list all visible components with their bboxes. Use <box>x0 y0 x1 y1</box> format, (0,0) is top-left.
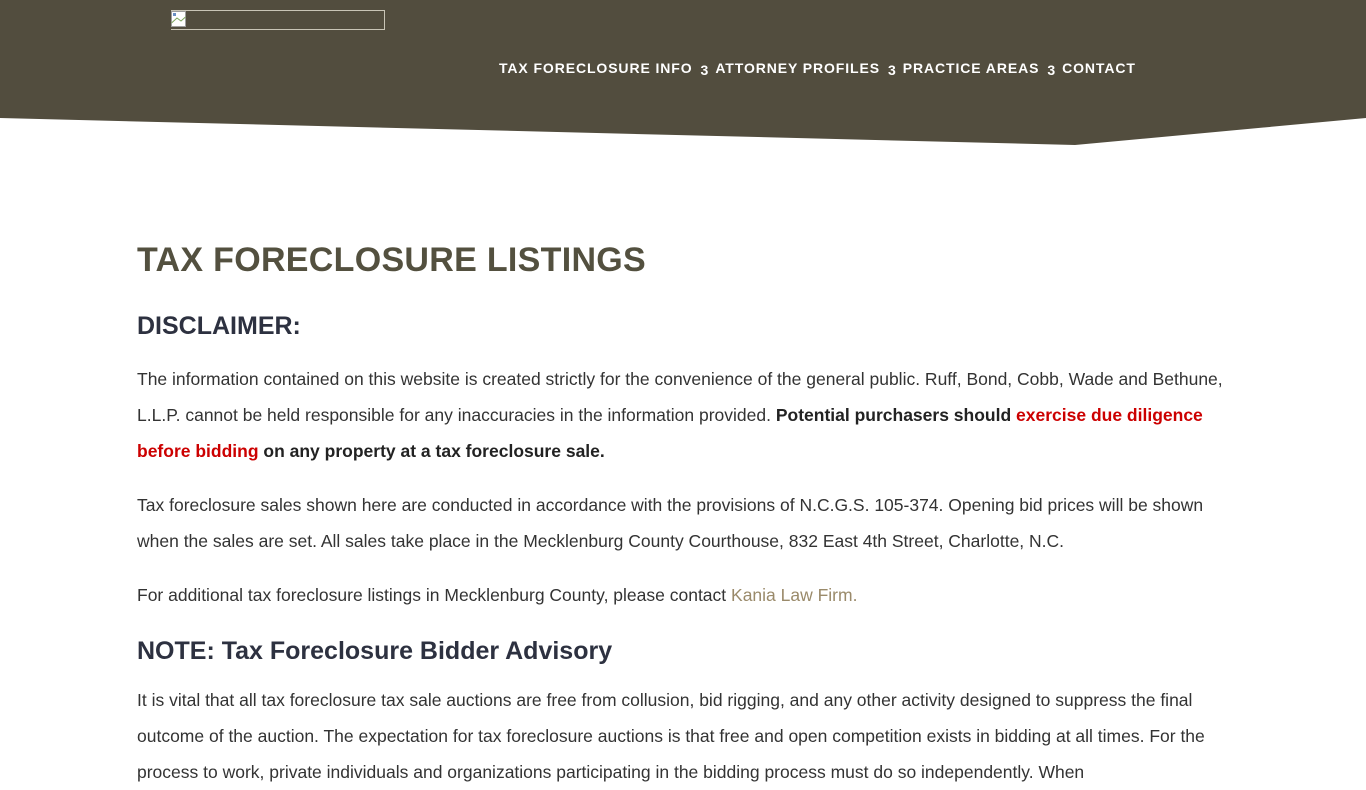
nav-tax-foreclosure-info[interactable]: TAX FORECLOSURE INFO <box>499 60 693 76</box>
sales-info-paragraph: Tax foreclosure sales shown here are con… <box>137 495 1204 551</box>
bidder-advisory-paragraph: It is vital that all tax foreclosure tax… <box>137 690 1205 782</box>
additional-listings-text: For additional tax foreclosure listings … <box>137 585 732 605</box>
nav-practice-areas[interactable]: PRACTICE AREAS <box>903 60 1040 76</box>
disclaimer-heading: DISCLAIMER: <box>137 312 301 340</box>
site-logo[interactable] <box>171 10 385 30</box>
page-title: TAX FORECLOSURE LISTINGS <box>137 241 647 279</box>
disclaimer-bold-start: Potential purchasers should <box>775 405 1017 425</box>
nav-contact[interactable]: CONTACT <box>1062 60 1136 76</box>
disclaimer-paragraph: The information contained on this websit… <box>137 361 1229 469</box>
additional-listings-paragraph: For additional tax foreclosure listings … <box>137 577 1229 613</box>
nav-separator: 3 <box>1047 62 1056 78</box>
main-nav: TAX FORECLOSURE INFO 3 ATTORNEY PROFILES… <box>499 60 1136 78</box>
nav-attorney-profiles[interactable]: ATTORNEY PROFILES <box>715 60 880 76</box>
kania-law-firm-link[interactable]: Kania Law Firm. <box>731 585 857 605</box>
disclaimer-bold-end: on any property at a tax foreclosure sal… <box>258 441 605 461</box>
note-heading: NOTE: Tax Foreclosure Bidder Advisory <box>137 637 613 665</box>
nav-separator: 3 <box>700 62 709 78</box>
main-content: TAX FORECLOSURE LISTINGS DISCLAIMER: The… <box>137 236 1229 790</box>
nav-separator: 3 <box>887 62 896 78</box>
site-header: TAX FORECLOSURE INFO 3 ATTORNEY PROFILES… <box>0 0 1366 150</box>
broken-image-icon <box>171 11 186 27</box>
